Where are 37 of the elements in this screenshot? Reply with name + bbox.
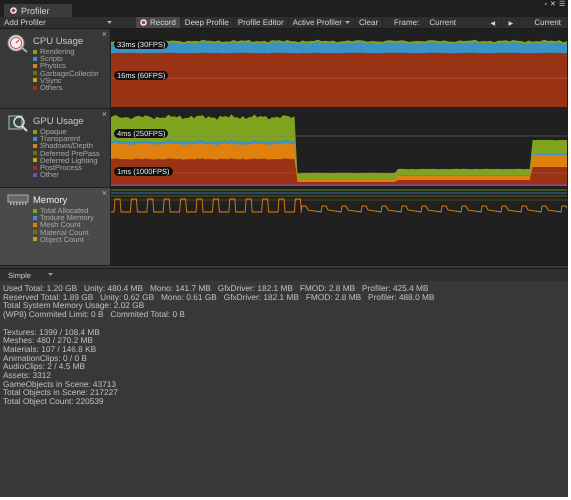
frame-value: Current [428, 18, 457, 27]
memory-stat-line: Assets: 3312 [3, 371, 52, 380]
toolbar-button[interactable]: Clear [354, 17, 384, 28]
profiler-dropdown[interactable]: Active Profiler [288, 17, 355, 28]
close-icon[interactable]: × [102, 29, 107, 39]
memory-stat-line: Total Object Count: 220539 [3, 397, 105, 406]
close-icon[interactable]: × [102, 109, 107, 119]
memory-stat-line: Reserved Total: 1.89 GB Unity: 0.62 GB Mono: 0.61 GB GfxDriver: 182.1 MB FMOD: 2.8 MB Profiler: 488.0 MB [3, 292, 436, 302]
memory-stat-line: Meshes: 480 / 270.2 MB [3, 336, 94, 345]
memory-stat-line: (WP8) Commited Limit: 0 B Commited Total: 0 B [3, 310, 186, 319]
memory-stat-line: GameObjects in Scene: 43713 [3, 380, 117, 388]
memory-stat-line: Textures: 1399 / 108.4 MB [3, 328, 101, 336]
toolbar-button[interactable]: Record [136, 17, 181, 28]
profiler-title: CPU Usage [33, 36, 84, 47]
memory-stat-line: AnimationClips: 0 / 0 B [3, 354, 88, 362]
memory-stat-line: Total System Memory Usage: 2.02 GB [3, 301, 144, 310]
chip-magnifier-icon [7, 113, 29, 133]
profiler-title: Memory [33, 195, 68, 206]
current-frame-button[interactable]: Current [520, 17, 568, 28]
memory-chip-icon [7, 192, 29, 206]
memory-stat-line: Used Total: 1.20 GB Unity: 480.4 MB Mono: 141.7 MB GfxDriver: 182.1 MB FMOD: 2.8 MB Profiler: 425.4 MB [3, 284, 430, 293]
profiler-title: GPU Usage [33, 116, 85, 127]
record-icon [10, 7, 17, 14]
memory-stat-line: Total Objects in Scene: 217227 [3, 388, 119, 398]
toolbar-button[interactable]: Profile Editor [234, 17, 289, 28]
close-icon[interactable]: × [102, 188, 107, 198]
stopwatch-icon [7, 33, 29, 53]
profiler-tab[interactable]: Profiler [4, 4, 72, 17]
caret-icon [107, 20, 112, 24]
record-icon [140, 19, 147, 26]
caret-icon [344, 20, 350, 24]
caret-icon [48, 273, 53, 277]
toolbar-button[interactable]: Deep Profile [180, 17, 234, 28]
add-profiler-dropdown[interactable]: Add Profiler [0, 18, 116, 27]
memory-stat-line: Materials: 107 / 146.8 KB [3, 344, 98, 354]
frame-label: Frame: [392, 18, 420, 27]
memory-stat-line: AudioClips: 2 / 4.5 MB [3, 362, 86, 372]
